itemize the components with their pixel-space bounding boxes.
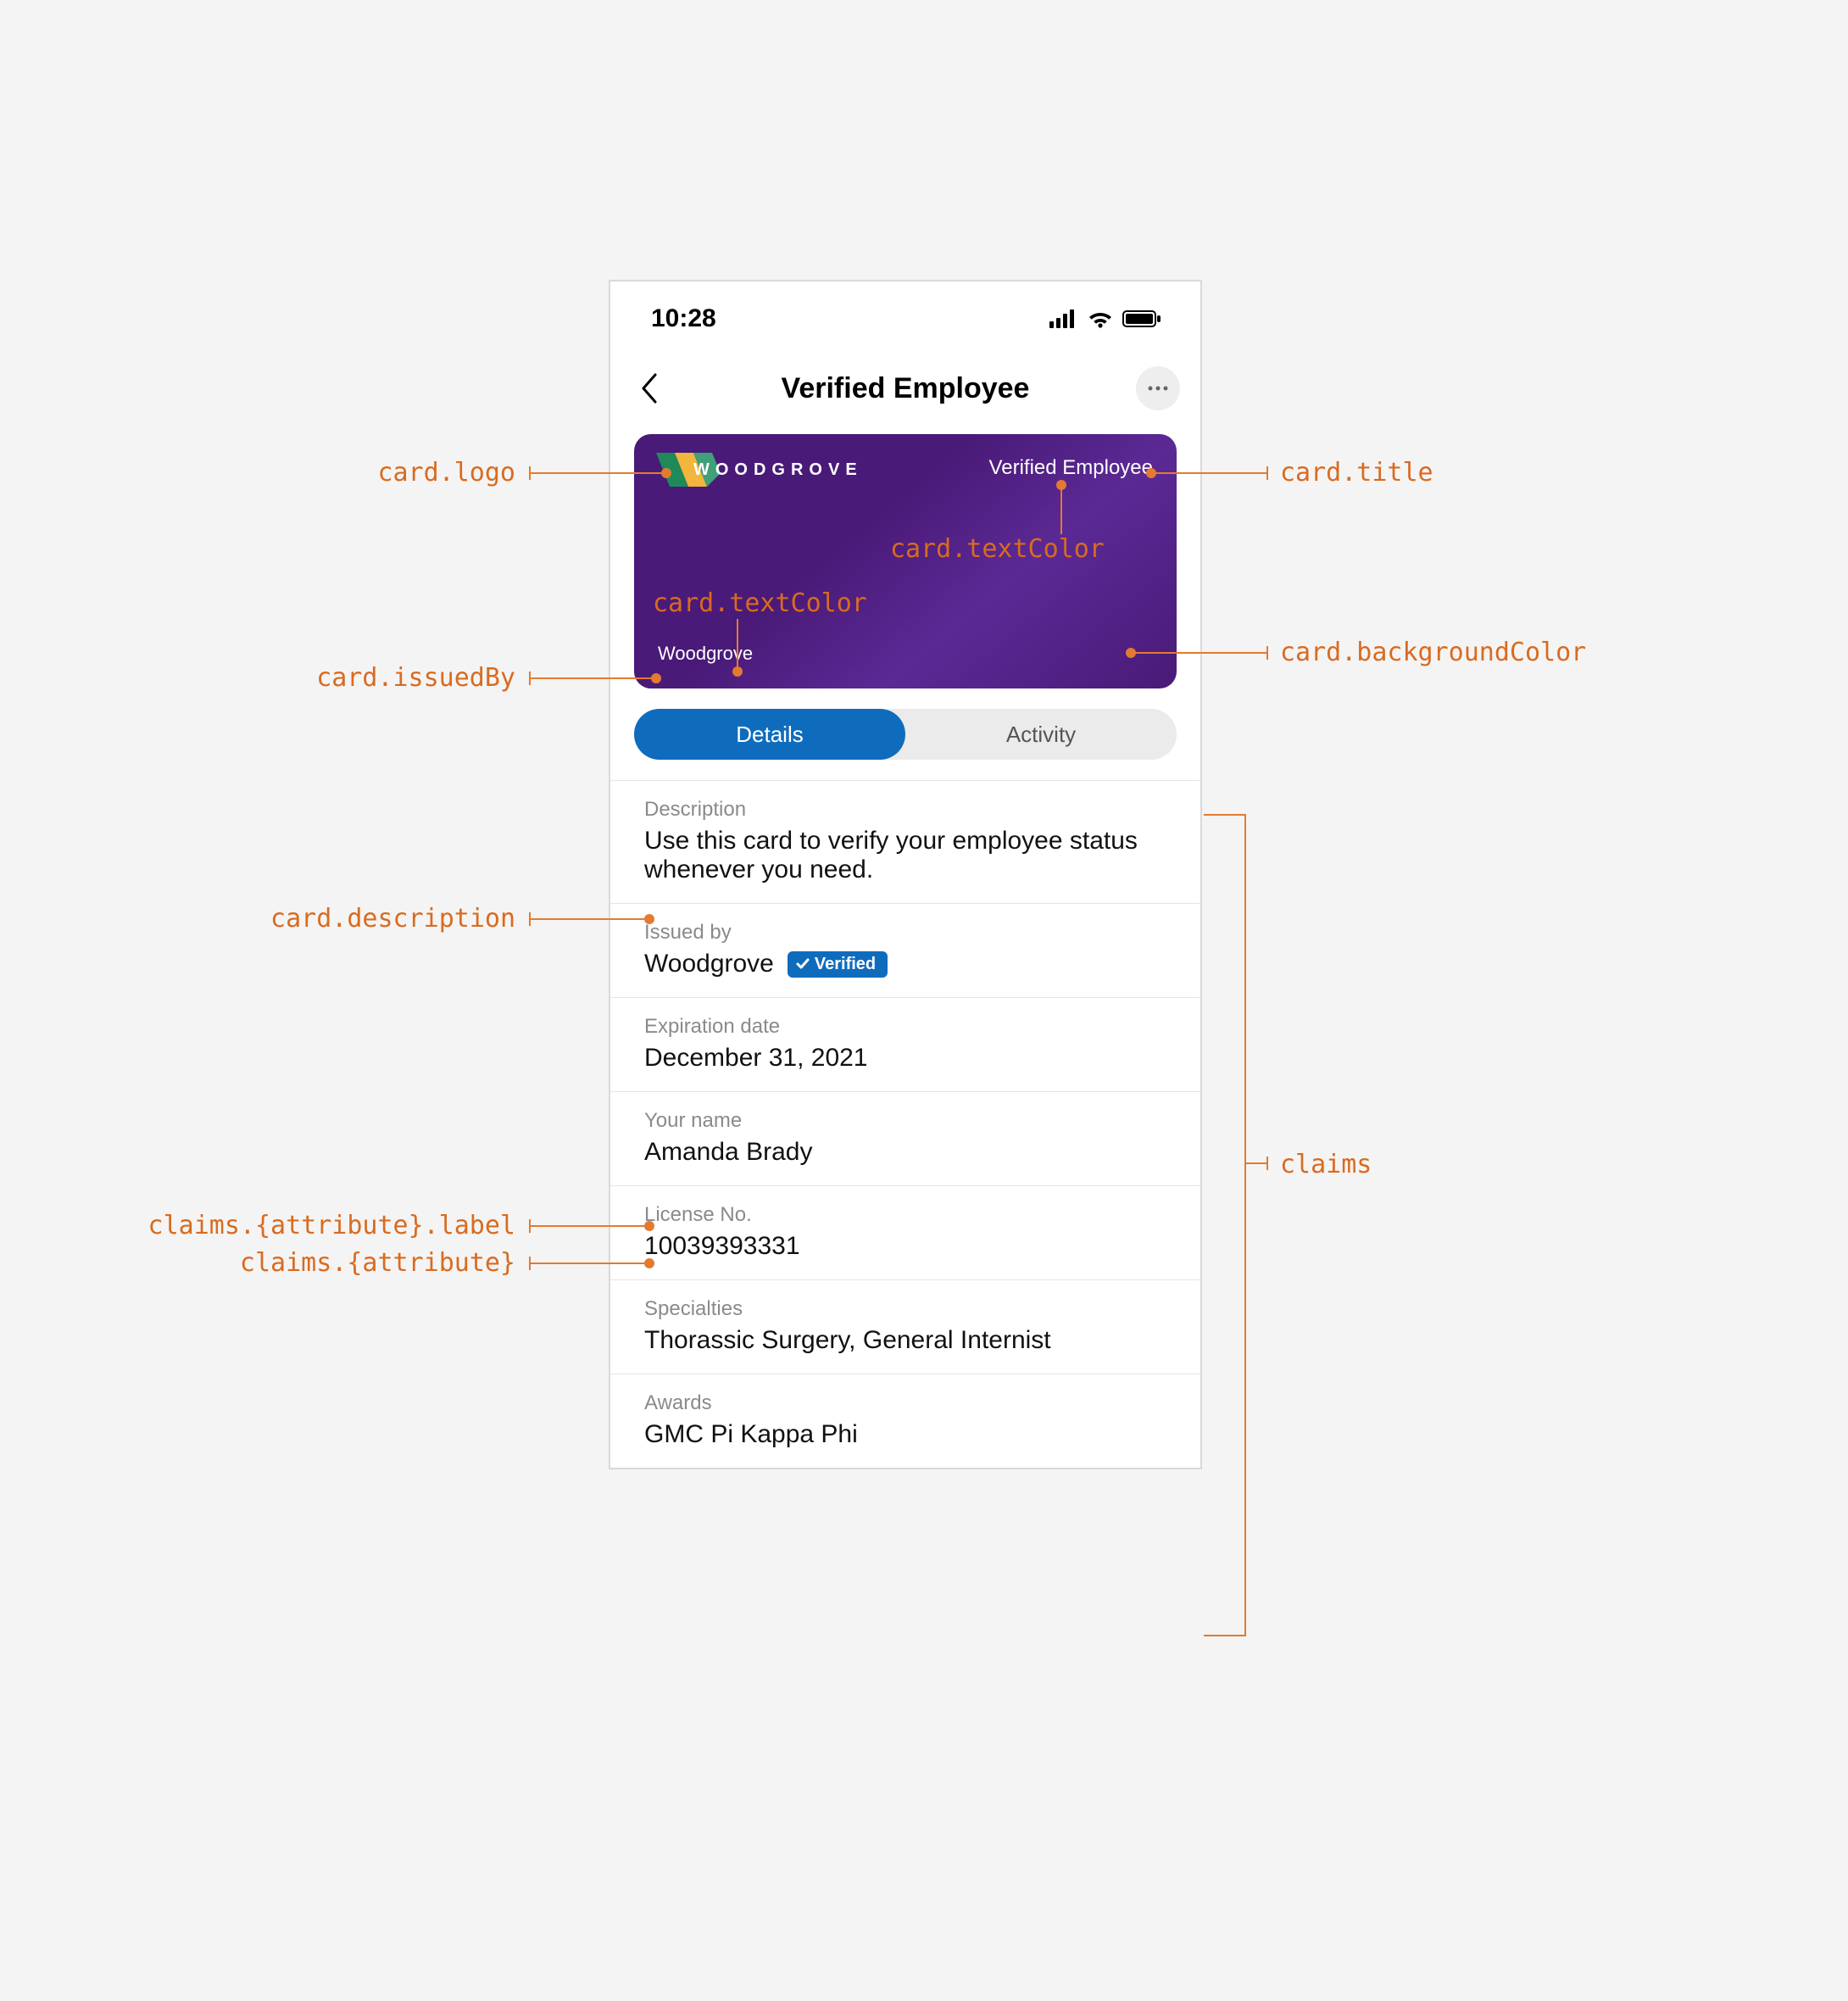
annotation-bg-color: card.backgroundColor: [1280, 638, 1586, 667]
row-label: Description: [644, 798, 1166, 822]
annotation-dot: [732, 666, 743, 677]
card-issued-by: Woodgrove: [658, 643, 753, 665]
annotation-tick: [1266, 646, 1268, 660]
ellipsis-icon: [1148, 386, 1168, 391]
annotation-tick: [1266, 1157, 1268, 1170]
row-label: Awards: [644, 1391, 1166, 1415]
cellular-icon: [1049, 309, 1078, 328]
row-label: Your name: [644, 1109, 1166, 1133]
row-name: Your name Amanda Brady: [610, 1092, 1200, 1186]
row-value: GMC Pi Kappa Phi: [644, 1420, 1166, 1449]
check-icon: [796, 957, 810, 971]
row-value: Woodgrove Verified: [644, 950, 1166, 978]
card-logo-text: WOODGROVE: [693, 460, 863, 480]
annotation-tick: [529, 1219, 531, 1233]
annotation-dot: [1126, 648, 1136, 658]
tab-activity[interactable]: Activity: [905, 709, 1177, 760]
card-logo: WOODGROVE: [656, 453, 863, 487]
row-value: Amanda Brady: [644, 1138, 1166, 1167]
status-bar: 10:28: [610, 281, 1200, 356]
row-label: Specialties: [644, 1297, 1166, 1321]
annotation-tick: [529, 672, 531, 685]
annotation-dot: [661, 468, 671, 478]
annotation-dot: [651, 673, 661, 683]
annotation-tick: [529, 1257, 531, 1270]
verified-badge: Verified: [788, 951, 888, 978]
annotation-dot: [1056, 480, 1066, 490]
annotation-issued-by: card.issuedBy: [254, 663, 515, 693]
annotation-bracket: [1204, 814, 1246, 1636]
annotation-claim-label: claims.{attribute}.label: [110, 1211, 515, 1240]
status-time: 10:28: [651, 304, 716, 333]
row-value: December 31, 2021: [644, 1044, 1166, 1073]
row-expiration: Expiration date December 31, 2021: [610, 998, 1200, 1092]
row-value: Thorassic Surgery, General Internist: [644, 1326, 1166, 1355]
more-button[interactable]: [1136, 366, 1180, 410]
annotation-claims: claims: [1280, 1150, 1372, 1179]
annotation-dot: [644, 914, 654, 924]
tab-bar: Details Activity: [634, 709, 1177, 760]
annotation-tick: [1266, 466, 1268, 480]
row-label: Expiration date: [644, 1015, 1166, 1039]
phone-frame: 10:28 Verified Employee: [609, 280, 1202, 1469]
annotation-description: card.description: [229, 904, 515, 934]
row-license: License No. 10039393331: [610, 1186, 1200, 1280]
issued-by-value: Woodgrove: [644, 950, 774, 978]
annotation-text-color-bottom: card.textColor: [653, 588, 867, 618]
page-title: Verified Employee: [782, 372, 1030, 405]
battery-icon: [1122, 309, 1161, 328]
row-description: Description Use this card to verify your…: [610, 781, 1200, 904]
row-issued-by: Issued by Woodgrove Verified: [610, 904, 1200, 998]
tab-details[interactable]: Details: [634, 709, 905, 760]
annotation-tick: [529, 466, 531, 480]
back-button[interactable]: [631, 370, 668, 407]
chevron-left-icon: [640, 373, 659, 404]
status-indicators: [1049, 309, 1161, 328]
annotation-card-title: card.title: [1280, 458, 1433, 488]
row-label: License No.: [644, 1203, 1166, 1227]
annotation-card-logo: card.logo: [278, 458, 515, 488]
row-value: 10039393331: [644, 1232, 1166, 1261]
page-header: Verified Employee: [610, 356, 1200, 421]
details-list: Description Use this card to verify your…: [610, 780, 1200, 1468]
annotation-claim-value: claims.{attribute}: [195, 1248, 515, 1278]
row-awards: Awards GMC Pi Kappa Phi: [610, 1374, 1200, 1468]
row-value: Use this card to verify your employee st…: [644, 827, 1166, 884]
row-label: Issued by: [644, 921, 1166, 945]
row-specialties: Specialties Thorassic Surgery, General I…: [610, 1280, 1200, 1374]
annotation-dot: [644, 1221, 654, 1231]
wifi-icon: [1087, 309, 1114, 328]
annotation-tick: [529, 912, 531, 926]
card-title: Verified Employee: [989, 456, 1153, 480]
annotation-dot: [644, 1258, 654, 1268]
annotation-dot: [1146, 468, 1156, 478]
annotation-text-color-top: card.textColor: [890, 534, 1105, 564]
verified-badge-text: Verified: [815, 955, 876, 974]
